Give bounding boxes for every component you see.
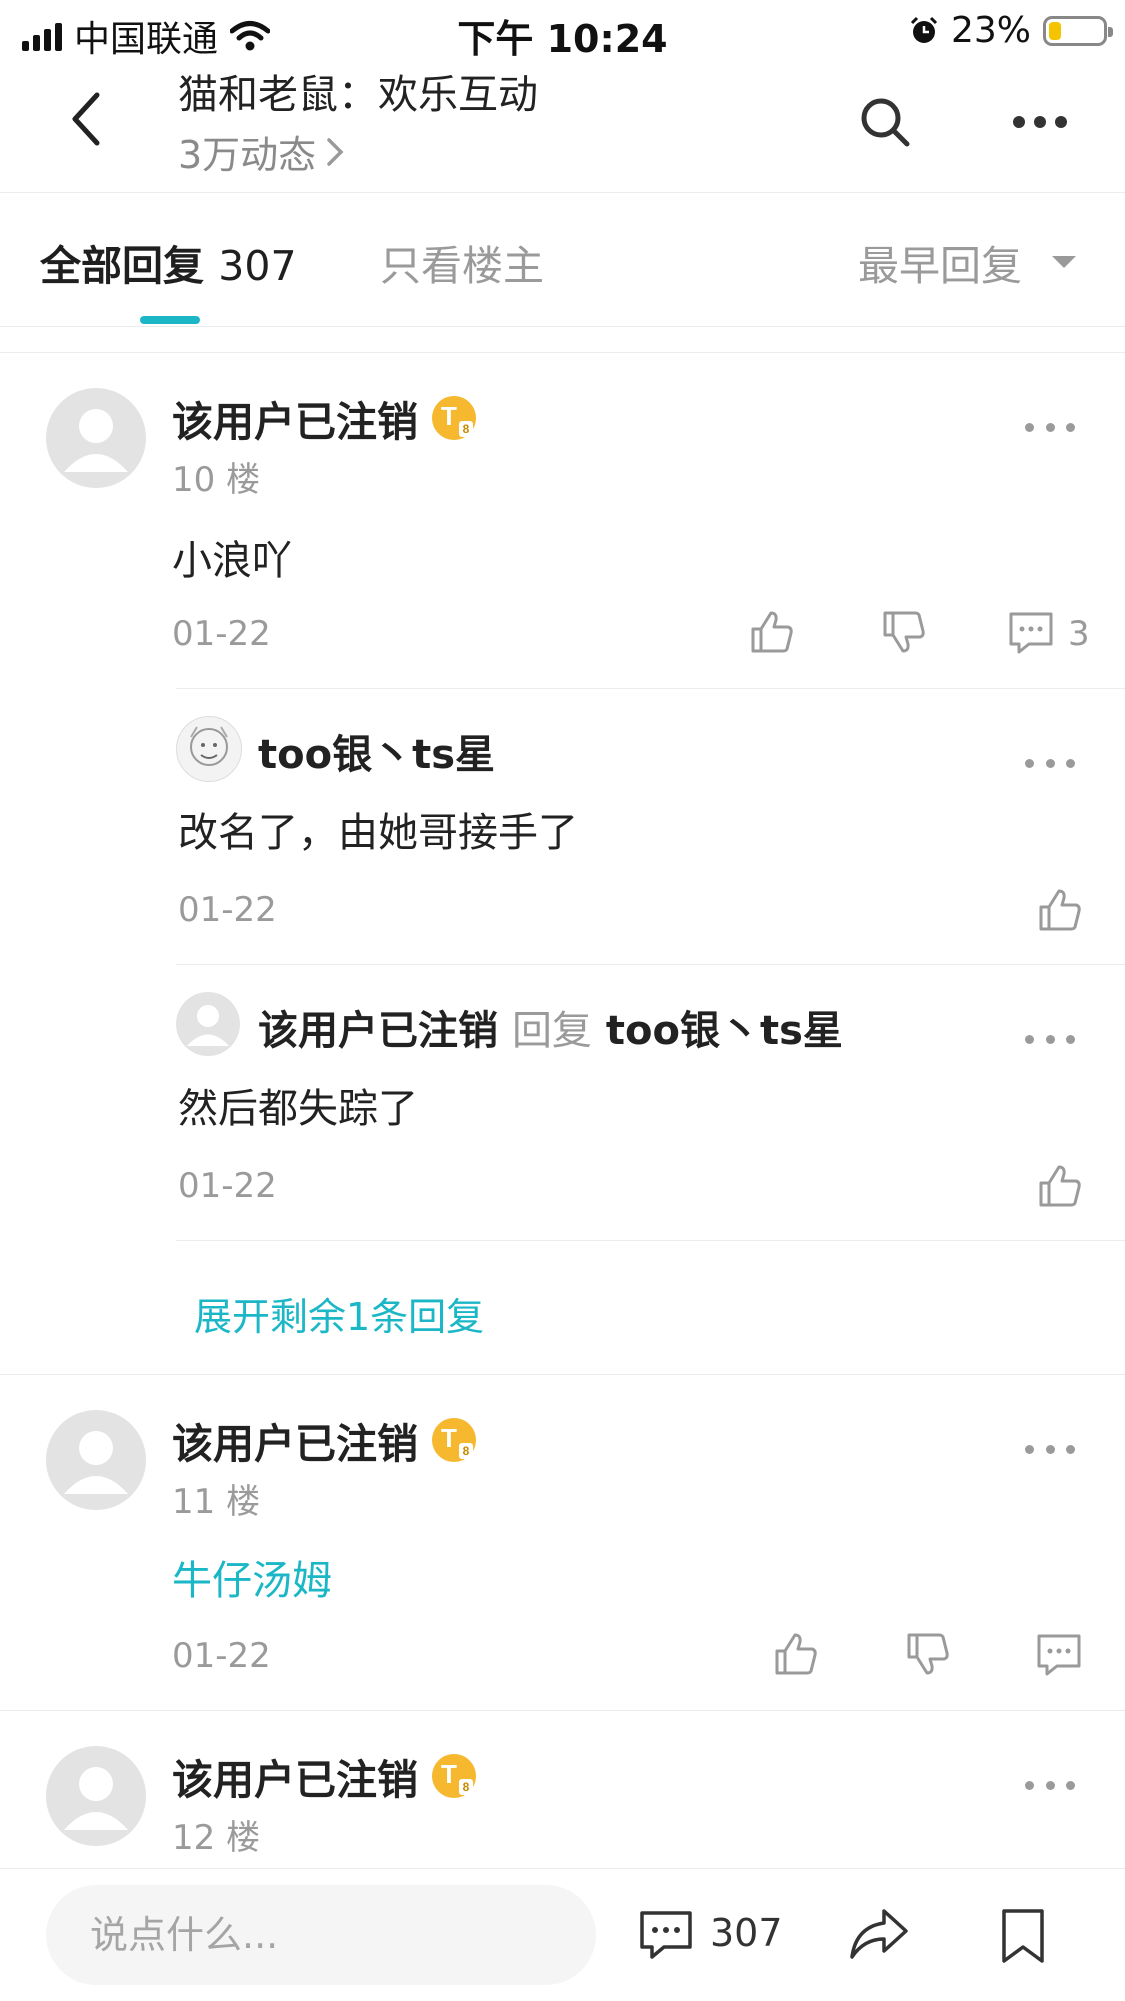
divider (0, 1374, 1125, 1375)
reply-count: 3 (1068, 614, 1090, 654)
post-more-button[interactable] (1025, 412, 1075, 442)
reply-target[interactable]: too银丶ts星 (606, 1008, 843, 1054)
default-avatar-icon (64, 1431, 128, 1494)
post-author-name: 该用户已注销 (172, 1420, 418, 1468)
comments-button[interactable] (638, 1907, 694, 1963)
status-bar: 中国联通 下午 10:24 23% (0, 0, 1125, 62)
tab-all-replies[interactable]: 全部回复 307 (40, 232, 297, 292)
comment-input[interactable]: 说点什么... (46, 1885, 596, 1985)
default-avatar-icon (187, 1005, 229, 1046)
divider (0, 1710, 1125, 1711)
sub-reply-author[interactable]: 该用户已注销 回复 too银丶ts星 (258, 998, 843, 1056)
search-button[interactable] (855, 92, 915, 152)
bookmark-button[interactable] (998, 1907, 1048, 1965)
post-more-button[interactable] (1025, 1770, 1075, 1800)
reply-button[interactable] (1034, 1630, 1084, 1680)
sub-reply-more-button[interactable] (1025, 1024, 1075, 1054)
post-author[interactable]: 该用户已注销 T8 (172, 388, 476, 448)
sub-reply-author[interactable]: too银丶ts星 (258, 722, 495, 780)
level-badge-icon: T8 (432, 1754, 476, 1798)
sub-reply-date: 01-22 (178, 1166, 277, 1206)
share-icon (850, 1909, 908, 1959)
sort-label: 最早回复 (858, 242, 1022, 290)
battery-percent: 23% (950, 10, 1031, 51)
floor-number: 10 楼 (172, 460, 261, 500)
forum-title[interactable]: 猫和老鼠：欢乐互动 (178, 62, 538, 120)
share-button[interactable] (848, 1905, 910, 1963)
post-author-name: 该用户已注销 (172, 1756, 418, 1804)
post-author-name: 该用户已注销 (172, 398, 418, 446)
forum-activity-link[interactable]: 3万动态 (178, 124, 344, 179)
active-tab-indicator (140, 316, 200, 324)
avatar[interactable] (176, 992, 240, 1056)
post-date: 01-22 (172, 1636, 271, 1676)
avatar[interactable] (46, 1746, 146, 1846)
thumbs-down-icon (907, 1633, 949, 1675)
more-button[interactable] (1005, 92, 1075, 152)
battery-icon (1043, 15, 1113, 46)
post-content[interactable]: 牛仔汤姆 (172, 1548, 332, 1606)
floor-number: 11 楼 (172, 1482, 261, 1522)
thumbs-up-icon (1039, 1165, 1081, 1207)
bookmark-icon (1002, 1909, 1044, 1963)
thumbs-up-icon (751, 611, 793, 653)
avatar[interactable] (176, 716, 242, 782)
post-more-button[interactable] (1025, 1434, 1075, 1464)
thumbs-up-icon (775, 1633, 817, 1675)
reply-button[interactable] (1006, 608, 1056, 658)
default-avatar-icon (64, 409, 128, 472)
forum-activity-count: 3万动态 (178, 133, 317, 177)
divider (176, 688, 1125, 689)
floor-number: 12 楼 (172, 1818, 261, 1858)
sub-reply-content: 然后都失踪了 (178, 1086, 418, 1132)
status-right: 23% (909, 10, 1113, 51)
post-author[interactable]: 该用户已注销 T8 (172, 1410, 476, 1470)
bottom-bar: 说点什么... 307 (0, 1868, 1125, 2001)
alarm-icon (910, 16, 938, 43)
search-icon (861, 98, 910, 147)
sub-reply-date: 01-22 (178, 890, 277, 930)
avatar[interactable] (46, 388, 146, 488)
like-button[interactable] (1034, 884, 1086, 936)
tab-all-label: 全部回复 (40, 242, 204, 290)
thread-page: 中国联通 下午 10:24 23% 猫和老鼠：欢乐互动 3万动态 全部回复 30… (0, 0, 1125, 2001)
sort-dropdown[interactable]: 最早回复 (858, 232, 1076, 292)
comment-icon (640, 1911, 692, 1959)
comment-count: 307 (710, 1911, 783, 1955)
thread-header: 猫和老鼠：欢乐互动 3万动态 (0, 62, 1125, 193)
level-badge-icon: T8 (432, 396, 476, 440)
divider (176, 1240, 1125, 1241)
caret-down-icon (1052, 256, 1076, 268)
tab-owner-only[interactable]: 只看楼主 (380, 232, 544, 292)
dislike-button[interactable] (902, 1628, 954, 1680)
back-icon (72, 92, 100, 146)
divider (0, 352, 1125, 353)
post-date: 01-22 (172, 614, 271, 654)
divider (176, 964, 1125, 965)
level-badge-icon: T8 (432, 1418, 476, 1462)
like-button[interactable] (746, 606, 798, 658)
back-button[interactable] (52, 84, 122, 154)
user-avatar-icon (190, 726, 228, 766)
like-button[interactable] (770, 1628, 822, 1680)
chevron-right-icon (327, 137, 344, 166)
thumbs-up-icon (1039, 889, 1081, 931)
post-author[interactable]: 该用户已注销 T8 (172, 1746, 476, 1806)
comment-icon (1037, 1634, 1081, 1676)
avatar[interactable] (46, 1410, 146, 1510)
sub-reply-more-button[interactable] (1025, 748, 1075, 778)
reply-tabs: 全部回复 307 只看楼主 最早回复 (0, 192, 1125, 327)
more-icon (1013, 116, 1067, 128)
default-avatar-icon (64, 1767, 128, 1830)
sub-reply-author-name: 该用户已注销 (258, 1008, 498, 1054)
sub-reply-content: 改名了，由她哥接手了 (178, 810, 578, 856)
dislike-button[interactable] (878, 606, 930, 658)
expand-replies-link[interactable]: 展开剩余1条回复 (194, 1286, 484, 1341)
thumbs-down-icon (883, 611, 925, 653)
reply-word: 回复 (511, 1008, 592, 1054)
comment-icon (1009, 612, 1053, 654)
tab-all-count: 307 (218, 242, 297, 290)
like-button[interactable] (1034, 1160, 1086, 1212)
post-content: 小浪吖 (172, 538, 292, 584)
